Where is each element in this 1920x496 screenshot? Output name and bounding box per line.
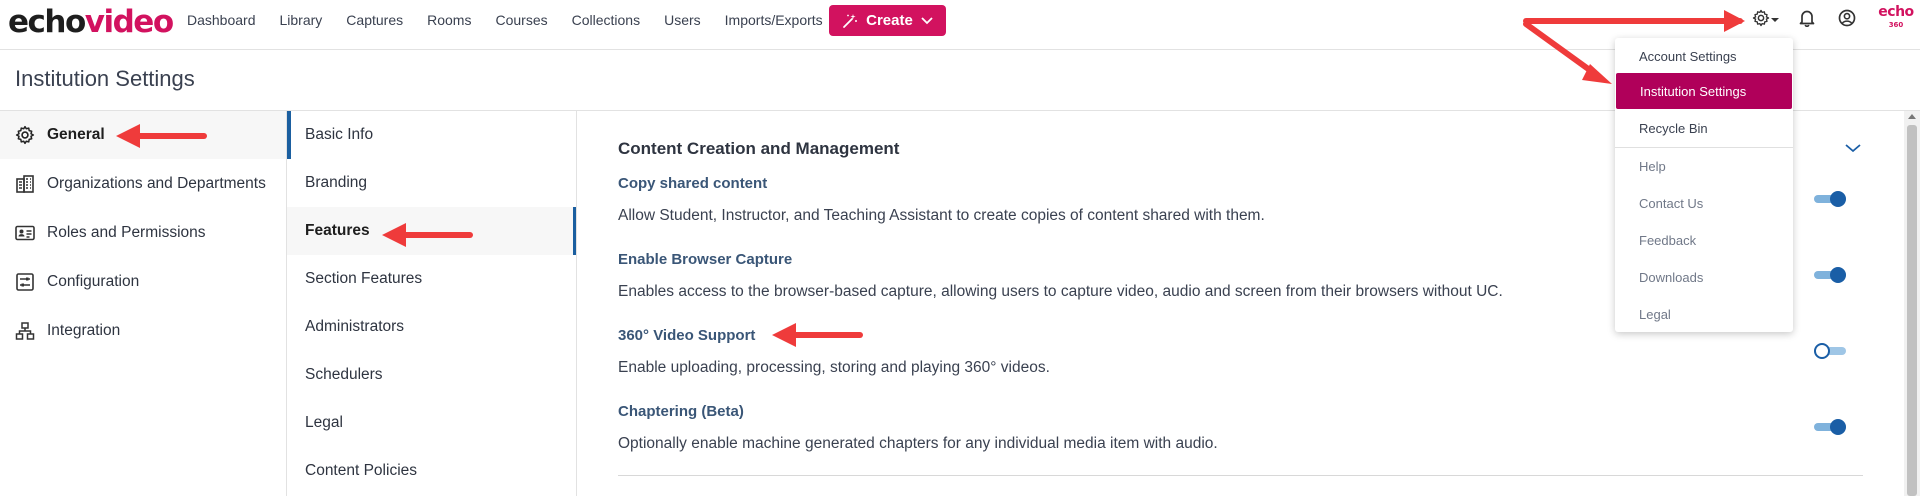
menu-item-feedback[interactable]: Feedback xyxy=(1615,222,1793,258)
feature-description: Enables access to the browser-based capt… xyxy=(618,283,1503,300)
menu-item-account-settings[interactable]: Account Settings xyxy=(1615,38,1793,74)
sidebar-item-roles-permissions[interactable]: Roles and Permissions xyxy=(0,209,286,257)
sidebar-item-label: Integration xyxy=(47,322,121,339)
settings-sidebar: General Organizations and Departments Ro… xyxy=(0,111,286,496)
main-nav: Dashboard Library Captures Rooms Courses… xyxy=(187,0,847,40)
scroll-up-arrow-icon[interactable] xyxy=(1908,114,1916,119)
subnav-administrators[interactable]: Administrators xyxy=(287,303,576,351)
caret-down-icon xyxy=(1770,11,1780,29)
feature-title: 360° Video Support xyxy=(618,327,756,344)
gear-icon xyxy=(14,124,36,146)
nav-captures[interactable]: Captures xyxy=(346,12,403,28)
menu-item-help[interactable]: Help xyxy=(1615,148,1793,184)
nav-library[interactable]: Library xyxy=(280,12,323,28)
nav-courses[interactable]: Courses xyxy=(495,12,547,28)
subnav-section-features[interactable]: Section Features xyxy=(287,255,576,303)
subnav-features[interactable]: Features xyxy=(287,207,576,255)
create-button-label: Create xyxy=(866,12,913,29)
divider xyxy=(618,475,1863,476)
account-button[interactable] xyxy=(1835,8,1859,32)
scrollbar-thumb[interactable] xyxy=(1907,125,1917,496)
menu-item-contact-us[interactable]: Contact Us xyxy=(1615,185,1793,221)
notifications-button[interactable] xyxy=(1795,8,1819,32)
nav-dashboard[interactable]: Dashboard xyxy=(187,12,256,28)
subnav-schedulers[interactable]: Schedulers xyxy=(287,351,576,399)
toggle-copy-shared-content[interactable] xyxy=(1814,191,1846,207)
magic-wand-icon xyxy=(842,13,858,29)
chevron-down-icon xyxy=(1844,141,1862,158)
sidebar-item-integration[interactable]: Integration xyxy=(0,307,286,355)
toggle-360-video-support[interactable] xyxy=(1814,343,1846,359)
user-circle-icon xyxy=(1838,9,1856,32)
echo360-brand-logo[interactable]: echo 360 xyxy=(1878,5,1914,36)
menu-item-legal[interactable]: Legal xyxy=(1615,296,1793,332)
menu-item-institution-settings[interactable]: Institution Settings xyxy=(1616,73,1792,109)
section-title: Content Creation and Management xyxy=(618,139,900,158)
bell-icon xyxy=(1799,9,1815,32)
nav-collections[interactable]: Collections xyxy=(572,12,640,28)
collapse-section-button[interactable] xyxy=(1844,141,1868,161)
nav-imports-exports[interactable]: Imports/Exports xyxy=(725,12,823,28)
general-subnav: Basic Info Branding Features Section Fea… xyxy=(286,111,577,496)
create-button[interactable]: Create xyxy=(829,5,946,36)
menu-item-recycle-bin[interactable]: Recycle Bin xyxy=(1615,110,1793,146)
menu-item-downloads[interactable]: Downloads xyxy=(1615,259,1793,295)
sliders-icon xyxy=(14,271,36,293)
nav-users[interactable]: Users xyxy=(664,12,701,28)
building-icon xyxy=(14,173,36,195)
feature-description: Enable uploading, processing, storing an… xyxy=(618,359,1050,376)
id-card-icon xyxy=(14,222,36,244)
chevron-down-icon xyxy=(921,16,933,25)
network-icon xyxy=(14,320,36,342)
sidebar-item-configuration[interactable]: Configuration xyxy=(0,258,286,306)
echovideo-logo[interactable]: echovideo xyxy=(8,2,174,42)
feature-description: Allow Student, Instructor, and Teaching … xyxy=(618,207,1265,224)
toggle-browser-capture[interactable] xyxy=(1814,267,1846,283)
sidebar-item-label: Roles and Permissions xyxy=(47,224,206,241)
gear-icon xyxy=(1752,9,1770,32)
feature-description: Optionally enable machine generated chap… xyxy=(618,435,1218,452)
sidebar-item-general[interactable]: General xyxy=(0,111,286,159)
sidebar-item-label: General xyxy=(47,126,105,143)
feature-title: Copy shared content xyxy=(618,175,768,192)
feature-title: Enable Browser Capture xyxy=(618,251,793,268)
subnav-basic-info[interactable]: Basic Info xyxy=(287,111,576,159)
subnav-branding[interactable]: Branding xyxy=(287,159,576,207)
toggle-chaptering[interactable] xyxy=(1814,419,1846,435)
sidebar-item-label: Organizations and Departments xyxy=(47,175,266,192)
settings-dropdown-menu: Account Settings Institution Settings Re… xyxy=(1615,38,1793,332)
settings-menu-button[interactable] xyxy=(1749,8,1783,32)
page-title: Institution Settings xyxy=(15,66,195,91)
sidebar-item-label: Configuration xyxy=(47,273,140,290)
nav-rooms[interactable]: Rooms xyxy=(427,12,471,28)
subnav-content-policies[interactable]: Content Policies xyxy=(287,447,576,495)
subnav-legal[interactable]: Legal xyxy=(287,399,576,447)
feature-title: Chaptering (Beta) xyxy=(618,403,744,420)
page-scrollbar[interactable] xyxy=(1904,111,1920,496)
sidebar-item-organizations[interactable]: Organizations and Departments xyxy=(0,160,286,208)
